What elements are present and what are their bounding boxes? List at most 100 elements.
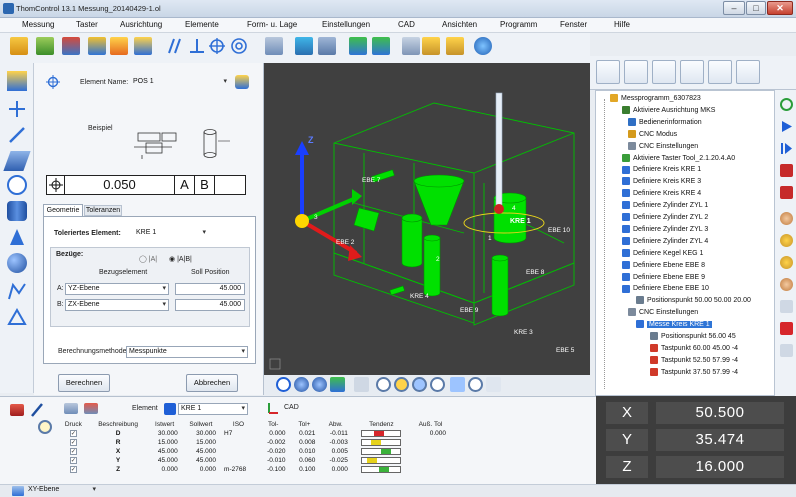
ref-b-position-input[interactable]: 45.000 [175,299,245,311]
line-icon[interactable] [7,125,27,145]
alignment-312-icon[interactable] [134,37,152,55]
start-icon[interactable] [780,98,793,111]
menu-messung[interactable]: Messung [22,20,54,29]
tree-item[interactable]: Definiere Zylinder ZYL 1 [622,200,708,211]
cad-import-icon[interactable] [349,37,367,55]
plane-icon[interactable] [3,151,31,171]
menu-cad[interactable]: CAD [398,20,415,29]
print-checkbox[interactable]: ✓ [58,429,89,438]
operator-icon[interactable] [780,212,793,225]
report-view-icon[interactable] [780,344,793,357]
parallel-icon[interactable] [165,37,183,55]
tree-item[interactable]: Aktiviere Ausrichtung MKS [622,105,715,116]
ref-a-position-input[interactable]: 45.000 [175,283,245,295]
view-globe-icon[interactable] [276,377,291,392]
record-icon[interactable] [780,322,793,335]
tree-item[interactable]: Messprogramm_6307823 [610,93,701,104]
alignment-icon[interactable] [110,37,128,55]
print-icon[interactable] [265,37,283,55]
probe-settings-icon[interactable] [88,37,106,55]
triangle-icon[interactable] [7,307,27,327]
tree-item[interactable]: Aktiviere Taster Tool_2.1.20.4.A0 [622,153,735,164]
table-settings-icon[interactable] [446,37,464,55]
tree-touch-icon[interactable] [624,60,648,84]
tree-item[interactable]: Definiere Ebene EBE 8 [622,260,705,271]
tree-chart-icon[interactable] [736,60,760,84]
fcf-tolerance-value[interactable]: 0.050 [65,176,175,194]
tolerated-element-select[interactable]: KRE 1 [134,228,208,240]
minimize-button[interactable]: – [723,1,745,15]
concentricity-icon[interactable] [230,37,248,55]
plane-select[interactable]: XY-Ebene [26,485,98,496]
ref-a-select[interactable]: YZ-Ebene [65,283,169,295]
cad-export-icon[interactable] [372,37,390,55]
menu-fenster[interactable]: Fenster [560,20,587,29]
cad-viewport[interactable]: Z EBE 7 EBE 2 EBE 10 EBE 8 EBE 9 EBE 5 K… [264,63,590,375]
table-row[interactable]: ✓ Y 45.000 45.000 -0.010 0.060 -0.025 [58,456,450,465]
measure-icon[interactable] [402,37,420,55]
menu-programm[interactable]: Programm [500,20,537,29]
ref-b-select[interactable]: ZX-Ebene [65,299,169,311]
zoom-icon[interactable] [376,377,391,392]
tree-item[interactable]: CNC Modus [628,129,677,140]
sphere-icon[interactable] [7,253,27,273]
table-row[interactable]: ✓ Z 0.000 0.000 m-2768 -0.100 0.100 0.000 [58,465,450,474]
step-icon[interactable] [780,142,793,155]
tree-item[interactable]: Definiere Zylinder ZYL 4 [622,236,708,247]
no-print-icon[interactable] [84,403,98,414]
report-icon[interactable] [318,37,336,55]
tree-cad-icon[interactable] [708,60,732,84]
program-run-icon[interactable] [10,37,28,55]
curve-icon[interactable] [295,37,313,55]
tree-item[interactable]: Definiere Kreis KRE 4 [622,188,701,199]
zoom-all-icon[interactable] [468,377,483,392]
maximize-button[interactable]: □ [746,1,766,15]
tree-item[interactable]: Definiere Ebene EBE 10 [622,283,709,294]
user-icon[interactable] [780,278,793,291]
table-icon[interactable] [422,37,440,55]
menu-form-lage[interactable]: Form- u. Lage [247,20,297,29]
tree-item[interactable]: Definiere Zylinder ZYL 3 [622,224,708,235]
program-edit-icon[interactable] [36,37,54,55]
fcf-datum-a[interactable]: A [175,176,195,194]
tree-item[interactable]: Tastpunkt 52.50 57.99 -4 [650,355,738,366]
menu-ausrichtung[interactable]: Ausrichtung [120,20,162,29]
menu-elemente[interactable]: Elemente [185,20,219,29]
search-icon[interactable] [38,420,52,434]
table-row[interactable]: ✓ R 15.000 15.000 -0.002 0.008 -0.003 [58,438,450,447]
tree-alignment-icon[interactable] [652,60,676,84]
edit-pen-icon[interactable] [30,402,44,418]
menu-taster[interactable]: Taster [76,20,98,29]
tree-item[interactable]: Definiere Kreis KRE 1 [622,164,701,175]
view-sphere-icon[interactable] [294,377,309,392]
tree-item[interactable]: CNC Einstellungen [628,307,698,318]
probe-change-icon[interactable] [62,37,80,55]
help-icon[interactable] [474,37,492,55]
menu-hilfe[interactable]: Hilfe [614,20,630,29]
tree-item[interactable]: Definiere Kreis KRE 3 [622,176,701,187]
cone-icon[interactable] [7,227,27,247]
circle-icon[interactable] [7,175,27,195]
view-cad-icon[interactable] [330,377,345,392]
tree-item[interactable]: CNC Einstellungen [628,141,698,152]
tab-geometrie[interactable]: Geometrie [43,204,83,216]
point-icon[interactable] [7,71,27,91]
tree-probe-icon[interactable] [596,60,620,84]
radio-a[interactable]: ◯ |A| [139,255,157,263]
view-fit-icon[interactable] [354,377,369,392]
settings-icon[interactable] [780,234,793,247]
calculate-button[interactable]: Berechnen [58,374,110,392]
zoom-in-icon[interactable] [394,377,409,392]
menu-ansichten[interactable]: Ansichten [442,20,477,29]
tree-item[interactable]: Messe Kreis KRE 1 [636,319,712,330]
program-icon[interactable] [780,300,793,313]
probe-select-icon[interactable] [235,75,249,89]
print-icon[interactable] [64,403,78,414]
tree-item[interactable]: Definiere Kegel KEG 1 [622,248,703,259]
fcf-datum-b[interactable]: B [195,176,215,194]
calc-method-select[interactable]: Messpunkte [126,346,248,358]
position-icon[interactable] [208,37,226,55]
curve-line-icon[interactable] [7,281,27,301]
perpendicular-icon[interactable] [188,37,206,55]
print-checkbox[interactable]: ✓ [58,456,89,465]
